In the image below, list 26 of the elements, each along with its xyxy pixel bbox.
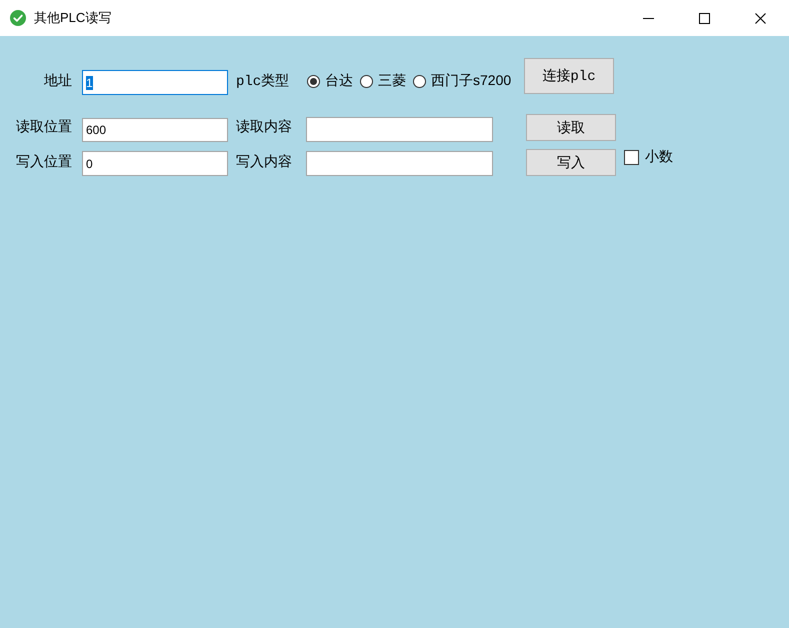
radio-icon[interactable] — [307, 74, 320, 88]
read-content-label: 读取内容 — [236, 118, 293, 136]
read-button[interactable]: 读取 — [526, 114, 616, 141]
address-label: 地址 — [43, 72, 73, 90]
plc-type-label: plc类型 — [236, 72, 290, 90]
radio-icon[interactable] — [413, 74, 426, 88]
close-icon — [754, 12, 766, 24]
radio-icon[interactable] — [360, 74, 373, 88]
read-position-field[interactable]: 600 — [82, 118, 228, 142]
maximize-icon — [698, 12, 710, 24]
check-circle-icon — [10, 10, 26, 26]
write-content-label: 写入内容 — [236, 153, 293, 171]
radio-option[interactable]: 台达 — [307, 72, 353, 90]
address-field[interactable]: 1 — [82, 70, 228, 95]
checkbox-option[interactable]: 小数 — [624, 148, 673, 166]
write-content-field[interactable] — [306, 151, 493, 176]
window-title: 其他PLC读写 — [34, 9, 112, 27]
read-content-field[interactable] — [306, 117, 493, 142]
read-position-label: 读取位置 — [15, 118, 73, 136]
radio-option[interactable]: 三菱 — [360, 72, 406, 90]
connect-button[interactable]: 连接plc — [524, 58, 614, 94]
radio-option[interactable]: 西门子s7200 — [413, 72, 512, 90]
write-button[interactable]: 写入 — [526, 149, 616, 176]
checkbox-icon[interactable] — [624, 150, 639, 164]
write-position-field[interactable]: 0 — [82, 151, 228, 176]
write-position-label: 写入位置 — [15, 153, 73, 171]
